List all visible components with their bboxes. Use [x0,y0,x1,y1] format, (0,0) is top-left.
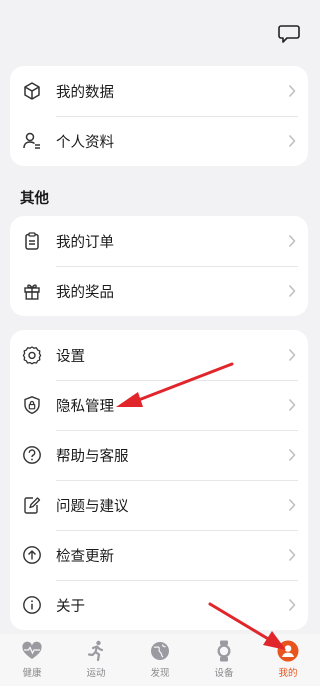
menu-item-privacy[interactable]: 隐私管理 [10,380,308,430]
menu-item-label: 我的数据 [56,84,114,101]
chevron-right-icon [288,234,296,248]
menu-item-label: 检查更新 [56,548,114,565]
tab-label: 我的 [278,668,298,679]
chevron-right-icon [288,448,296,462]
clipboard-icon [21,230,43,252]
chevron-right-icon [288,598,296,612]
menu-item-label: 我的订单 [56,234,114,251]
menu-item-my-prizes[interactable]: 我的奖品 [10,266,308,316]
menu-item-label: 隐私管理 [56,398,114,415]
menu-item-label: 我的奖品 [56,284,114,301]
chevron-right-icon [288,548,296,562]
shield-lock-icon [21,394,43,416]
user-icon [277,640,299,662]
menu-item-about[interactable]: 关于 [10,580,308,630]
menu-item-my-data[interactable]: 我的数据 [10,66,308,116]
tab-sports[interactable]: 运动 [64,634,128,686]
menu-item-settings[interactable]: 设置 [10,330,308,380]
info-icon [21,594,43,616]
tab-me[interactable]: 我的 [256,634,320,686]
menu-item-label: 个人资料 [56,134,114,151]
heart-pulse-icon [21,640,43,662]
tab-label: 健康 [22,668,42,679]
chevron-right-icon [288,398,296,412]
running-icon [85,640,107,662]
card-settings: 设置 隐私管理 帮助与客服 问题与建议 检查更新 关于 [10,330,308,630]
cube-icon [21,80,43,102]
tab-discover[interactable]: 发现 [128,634,192,686]
upload-arrow-icon [21,544,43,566]
top-bar [0,0,320,64]
watch-icon [213,640,235,662]
tab-health[interactable]: 健康 [0,634,64,686]
bottom-tab-bar: 健康 运动 发现 设备 我的 [0,634,320,686]
menu-item-label: 帮助与客服 [56,448,129,465]
tab-label: 运动 [86,668,106,679]
profile-icon [21,130,43,152]
menu-item-label: 关于 [56,598,85,615]
chevron-right-icon [288,84,296,98]
chevron-right-icon [288,134,296,148]
chevron-right-icon [288,498,296,512]
card-my-data: 我的数据 个人资料 [10,66,308,166]
tab-label: 发现 [150,668,170,679]
menu-item-feedback[interactable]: 问题与建议 [10,480,308,530]
section-title-other: 其他 [20,191,49,207]
message-icon[interactable] [278,24,300,44]
gear-icon [21,344,43,366]
gift-icon [21,280,43,302]
chevron-right-icon [288,348,296,362]
menu-item-label: 问题与建议 [56,498,129,515]
globe-icon [149,640,171,662]
menu-item-label: 设置 [56,348,85,365]
help-icon [21,444,43,466]
card-other: 我的订单 我的奖品 [10,216,308,316]
menu-item-help[interactable]: 帮助与客服 [10,430,308,480]
tab-devices[interactable]: 设备 [192,634,256,686]
menu-item-profile[interactable]: 个人资料 [10,116,308,166]
menu-item-check-update[interactable]: 检查更新 [10,530,308,580]
chevron-right-icon [288,284,296,298]
menu-item-my-orders[interactable]: 我的订单 [10,216,308,266]
tab-label: 设备 [214,668,234,679]
edit-note-icon [21,494,43,516]
